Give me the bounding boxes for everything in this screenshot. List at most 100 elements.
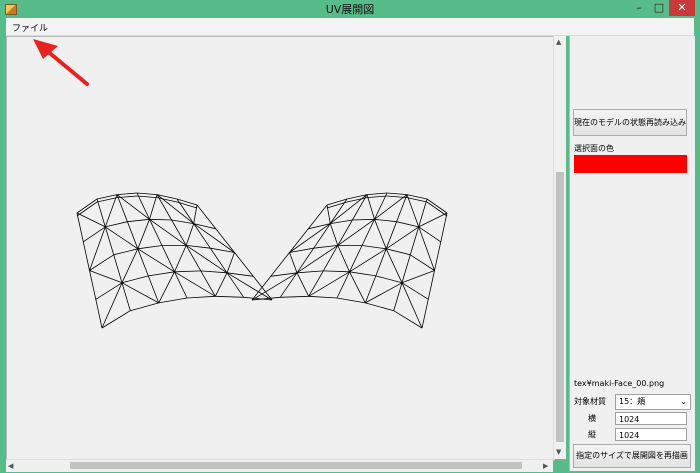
mesh-edge xyxy=(352,218,375,221)
mesh-edge xyxy=(374,219,387,249)
mesh-edge xyxy=(149,218,172,221)
mesh-edge xyxy=(366,195,388,198)
reload-model-button[interactable]: 現在のモデルの状態再読み込み xyxy=(573,109,687,136)
mesh-edge xyxy=(158,297,188,304)
mesh-edge xyxy=(158,271,175,304)
maximize-button[interactable]: □ xyxy=(649,0,669,16)
mesh-edge xyxy=(270,252,290,277)
mesh-edge xyxy=(105,221,128,228)
mesh-edge xyxy=(322,245,339,272)
uv-mesh-left xyxy=(76,192,273,329)
texture-file-name: tex¥maki-Face_00.png xyxy=(574,379,665,388)
mesh-edge xyxy=(409,226,420,255)
mesh-edge xyxy=(104,226,115,255)
mesh-edge xyxy=(96,198,106,228)
mesh-edge xyxy=(296,272,310,297)
mesh-edge xyxy=(349,271,376,277)
mesh-edge xyxy=(214,272,228,297)
mesh-edge xyxy=(385,248,403,283)
scroll-up-icon[interactable]: ▲ xyxy=(556,37,561,47)
mesh-edge xyxy=(386,248,411,256)
mesh-edge xyxy=(176,201,198,209)
mesh-edge xyxy=(427,270,435,300)
mesh-edge xyxy=(366,192,388,195)
mesh-edge xyxy=(361,245,387,250)
mesh-edge xyxy=(375,248,387,277)
mesh-edge xyxy=(289,223,331,253)
mesh-edge xyxy=(116,192,138,195)
mesh-edge xyxy=(121,282,159,304)
mesh-edge xyxy=(385,226,419,250)
mesh-edge xyxy=(113,254,123,283)
mesh-edge xyxy=(200,270,228,274)
mesh-edge xyxy=(148,271,175,277)
mesh-edge xyxy=(234,252,254,277)
mesh-edge xyxy=(426,201,448,217)
mesh-edge xyxy=(136,195,158,198)
mesh-edge xyxy=(137,248,149,277)
scroll-right-icon[interactable]: ▶ xyxy=(543,461,548,471)
mesh-edge xyxy=(137,219,150,249)
mesh-edge xyxy=(323,270,350,273)
mesh-edge xyxy=(89,270,97,300)
mesh-edge xyxy=(270,272,298,277)
close-icon: ✕ xyxy=(677,1,687,14)
material-label: 対象材質 xyxy=(574,397,606,406)
mesh-edge xyxy=(89,254,114,271)
vertical-scrollbar[interactable]: ▲ ▼ xyxy=(553,36,566,459)
mesh-edge xyxy=(361,219,375,246)
mesh-edge xyxy=(101,282,123,329)
mesh-edge xyxy=(149,219,163,246)
selected-face-color-label: 選択面の色 xyxy=(574,144,614,153)
mesh-edge xyxy=(326,201,348,209)
close-button[interactable]: ✕ xyxy=(669,0,695,16)
material-select-value: 15：頬 xyxy=(619,397,646,406)
scroll-down-icon[interactable]: ▼ xyxy=(556,447,561,457)
material-select[interactable]: 15：頬 ⌄ xyxy=(615,394,691,410)
mesh-edge xyxy=(185,223,195,246)
mesh-edge xyxy=(289,252,298,273)
mesh-edge xyxy=(337,218,375,246)
mesh-edge xyxy=(89,270,123,284)
mesh-edge xyxy=(426,198,448,214)
mesh-edge xyxy=(336,297,366,304)
mesh-edge xyxy=(127,218,150,223)
horizontal-scroll-thumb[interactable] xyxy=(70,462,522,469)
scroll-left-icon[interactable]: ◀ xyxy=(8,461,13,471)
mesh-edge xyxy=(440,212,448,242)
mesh-edge xyxy=(121,275,149,284)
height-label: 縦 xyxy=(588,430,596,439)
selected-face-color-swatch[interactable] xyxy=(574,155,687,173)
mesh-edge xyxy=(127,221,139,249)
minimize-button[interactable]: – xyxy=(629,0,649,16)
mesh-edge xyxy=(200,270,216,297)
mesh-edge xyxy=(421,299,429,329)
mesh-edge xyxy=(401,254,411,283)
mesh-edge xyxy=(185,245,228,274)
side-panel: 現在のモデルの状態再読み込み 選択面の色 tex¥maki-Face_00.pn… xyxy=(569,36,695,471)
mesh-edge xyxy=(337,245,350,272)
mesh-edge xyxy=(308,295,338,299)
mesh-edge xyxy=(226,272,254,277)
mesh-edge xyxy=(401,282,423,329)
vertical-scroll-thumb[interactable] xyxy=(556,172,564,442)
mesh-edge xyxy=(386,192,408,195)
mesh-edge xyxy=(76,212,84,242)
mesh-edge xyxy=(279,272,298,298)
width-input[interactable]: 1024 xyxy=(615,412,687,425)
uv-canvas[interactable] xyxy=(6,36,555,461)
mesh-edge xyxy=(186,295,216,299)
maximize-icon: □ xyxy=(653,1,665,14)
mesh-edge xyxy=(215,295,244,298)
mesh-edge xyxy=(418,198,428,228)
menu-file[interactable]: ファイル xyxy=(12,21,48,34)
redraw-button[interactable]: 指定のサイズで展開図を再描画 xyxy=(573,444,691,468)
height-input[interactable]: 1024 xyxy=(615,428,687,441)
mesh-edge xyxy=(113,248,138,256)
uv-mesh-right xyxy=(251,192,448,329)
mesh-edge xyxy=(366,194,375,220)
mesh-edge xyxy=(76,212,106,228)
width-label: 横 xyxy=(588,414,596,423)
mesh-edge xyxy=(226,272,273,301)
horizontal-scrollbar[interactable]: ◀ ▶ xyxy=(6,459,553,472)
